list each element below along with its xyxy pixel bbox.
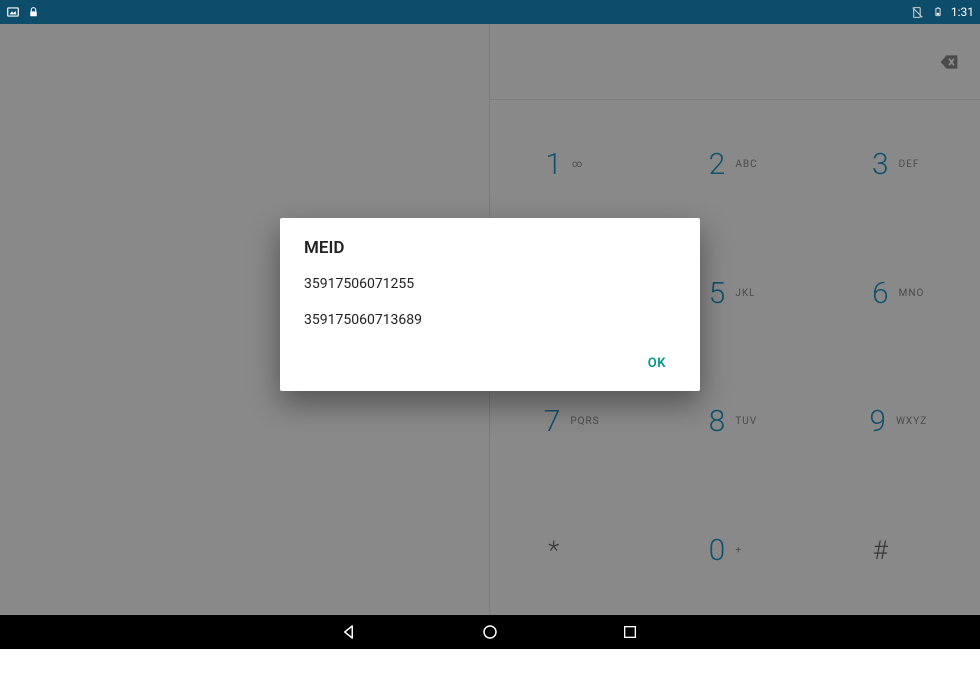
meid-dialog: MEID 35917506071255 359175060713689 OK bbox=[280, 218, 700, 391]
dialog-title: MEID bbox=[304, 238, 676, 258]
bottom-spacer bbox=[0, 649, 980, 693]
battery-icon bbox=[931, 5, 945, 19]
status-bar: 1:31 bbox=[0, 0, 980, 24]
navigation-bar bbox=[0, 615, 980, 649]
lock-icon bbox=[26, 5, 40, 19]
meid-value-1: 35917506071255 bbox=[304, 276, 676, 292]
home-button[interactable] bbox=[480, 622, 500, 642]
meid-value-2: 359175060713689 bbox=[304, 312, 676, 328]
status-time: 1:31 bbox=[951, 5, 974, 19]
back-button[interactable] bbox=[340, 622, 360, 642]
status-right: 1:31 bbox=[911, 5, 974, 19]
ok-button[interactable]: OK bbox=[638, 348, 676, 379]
dialog-actions: OK bbox=[304, 348, 676, 379]
no-sim-icon bbox=[911, 5, 925, 19]
status-left bbox=[6, 5, 40, 19]
image-icon bbox=[6, 5, 20, 19]
recents-button[interactable] bbox=[620, 622, 640, 642]
